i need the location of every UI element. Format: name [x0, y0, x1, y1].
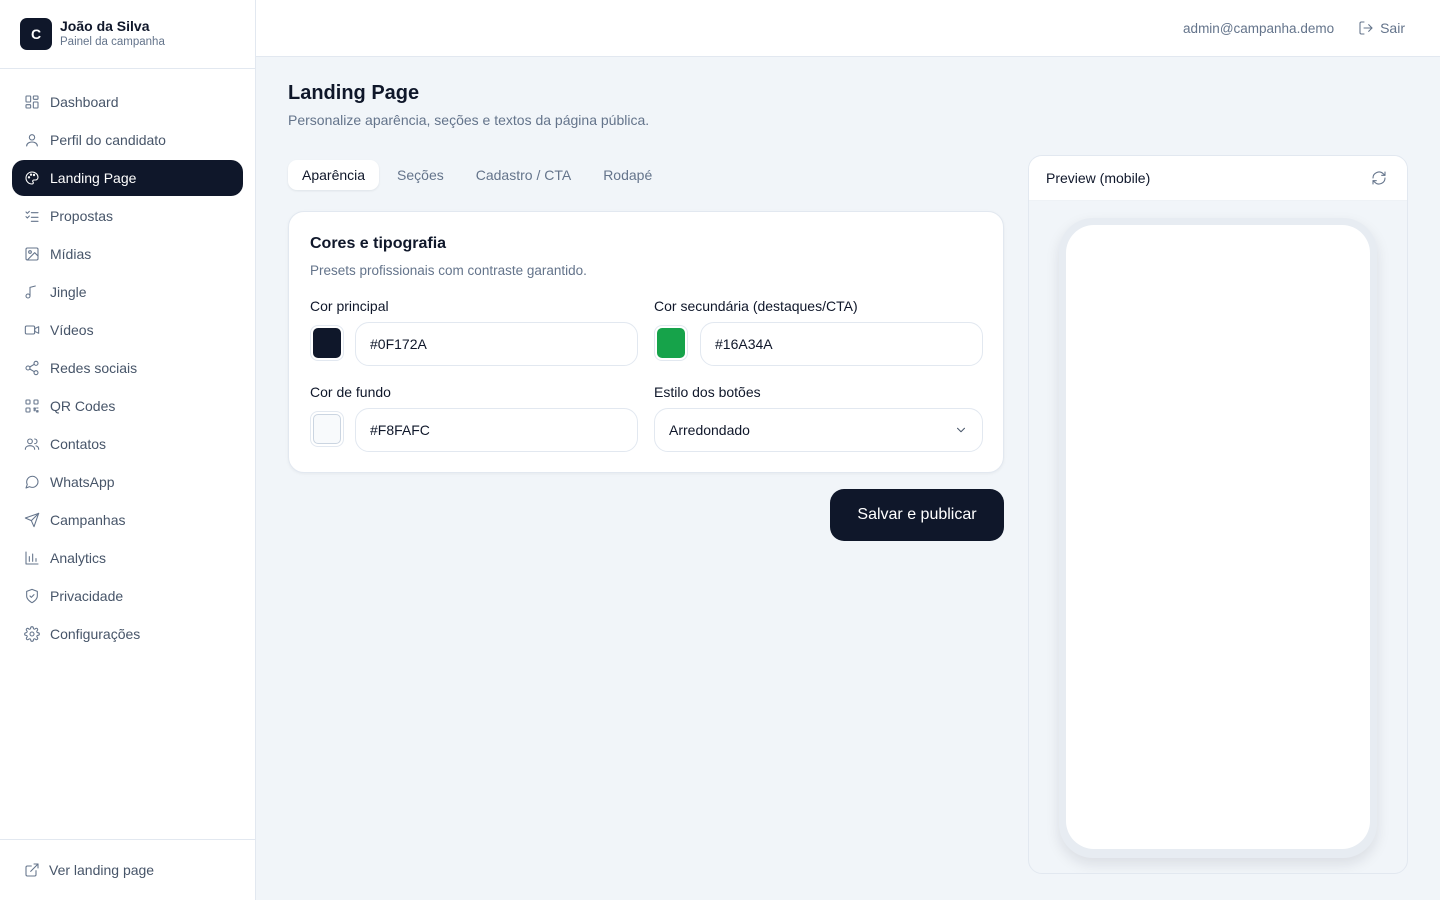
button-style-label: Estilo dos botões — [654, 384, 761, 400]
user-icon — [24, 132, 40, 148]
sidebar-item-privacidade[interactable]: Privacidade — [12, 578, 243, 614]
share-icon — [24, 360, 40, 376]
refresh-icon[interactable] — [1371, 170, 1387, 186]
tab-cadastro-cta[interactable]: Cadastro / CTA — [462, 160, 585, 190]
topbar: admin@campanha.demo Sair — [256, 0, 1440, 57]
view-landing-page-label: Ver landing page — [49, 862, 155, 878]
tab-secoes[interactable]: Seções — [383, 160, 458, 190]
sidebar-item-label: Campanhas — [50, 512, 126, 528]
sidebar-item-label: Privacidade — [50, 588, 124, 604]
brand-name: João da Silva — [60, 18, 150, 34]
card-subtitle: Presets profissionais com contraste gara… — [310, 263, 587, 278]
sidebar-item-label: Vídeos — [50, 322, 94, 338]
sidebar-item-configuracoes[interactable]: Configurações — [12, 616, 243, 652]
sidebar-item-dashboard[interactable]: Dashboard — [12, 84, 243, 120]
sidebar-item-landing-page[interactable]: Landing Page — [12, 160, 243, 196]
sidebar-item-qr-codes[interactable]: QR Codes — [12, 388, 243, 424]
button-style-value: Arredondado — [669, 422, 750, 438]
tab-bar: Aparência Seções Cadastro / CTA Rodapé — [288, 155, 670, 195]
colors-typography-card: Cores e tipografia Presets profissionais… — [288, 211, 1004, 473]
sidebar-item-label: Perfil do candidato — [50, 132, 166, 148]
sidebar-item-perfil[interactable]: Perfil do candidato — [12, 122, 243, 158]
button-style-select[interactable]: Arredondado — [654, 408, 983, 452]
secondary-color-input[interactable] — [700, 322, 983, 366]
primary-color-swatch[interactable] — [310, 325, 344, 361]
sidebar: C João da Silva Painel da campanha Dashb… — [0, 0, 256, 900]
card-title: Cores e tipografia — [310, 235, 447, 252]
sidebar-item-label: Contatos — [50, 436, 107, 452]
sidebar-item-label: Mídias — [50, 246, 92, 262]
sidebar-item-label: WhatsApp — [50, 474, 115, 490]
dashboard-icon — [24, 94, 40, 110]
gear-icon — [24, 626, 40, 642]
user-email: admin@campanha.demo — [1183, 20, 1335, 36]
logout-icon — [1359, 21, 1373, 35]
phone-screen — [1066, 225, 1370, 849]
sidebar-item-redes-sociais[interactable]: Redes sociais — [12, 350, 243, 386]
primary-color-label: Cor principal — [310, 298, 389, 314]
brand-logo: C — [20, 18, 52, 50]
secondary-color-swatch[interactable] — [654, 325, 688, 361]
brand-subtitle: Painel da campanha — [60, 36, 165, 48]
phone-frame — [1059, 218, 1377, 858]
send-icon — [24, 512, 40, 528]
page-subtitle: Personalize aparência, seções e textos d… — [288, 112, 650, 128]
sidebar-item-label: Configurações — [50, 626, 141, 642]
external-link-icon — [25, 863, 39, 877]
view-landing-page-link[interactable]: Ver landing page — [0, 839, 255, 900]
logout-label: Sair — [1380, 20, 1405, 36]
secondary-color-label: Cor secundária (destaques/CTA) — [654, 298, 858, 314]
sidebar-item-label: Analytics — [50, 550, 107, 566]
music-icon — [24, 284, 40, 300]
chevron-down-icon — [956, 427, 966, 433]
sidebar-item-videos[interactable]: Vídeos — [12, 312, 243, 348]
sidebar-item-propostas[interactable]: Propostas — [12, 198, 243, 234]
qr-code-icon — [24, 398, 40, 414]
preview-title: Preview (mobile) — [1046, 170, 1151, 186]
sidebar-item-campanhas[interactable]: Campanhas — [12, 502, 243, 538]
sidebar-item-label: Propostas — [50, 208, 114, 224]
sidebar-item-label: Jingle — [50, 284, 87, 300]
sidebar-item-midias[interactable]: Mídias — [12, 236, 243, 272]
save-publish-button[interactable]: Salvar e publicar — [830, 489, 1004, 541]
sidebar-item-contatos[interactable]: Contatos — [12, 426, 243, 462]
sidebar-item-label: QR Codes — [50, 398, 116, 414]
tab-rodape[interactable]: Rodapé — [589, 160, 666, 190]
image-icon — [24, 246, 40, 262]
sidebar-item-label: Dashboard — [50, 94, 119, 110]
users-icon — [24, 436, 40, 452]
brand-header: C João da Silva Painel da campanha — [0, 0, 255, 69]
background-color-swatch[interactable] — [310, 411, 344, 447]
background-color-input[interactable] — [355, 408, 638, 452]
sidebar-item-whatsapp[interactable]: WhatsApp — [12, 464, 243, 500]
mobile-preview-panel: Preview (mobile) — [1028, 155, 1408, 874]
background-color-label: Cor de fundo — [310, 384, 391, 400]
video-icon — [24, 322, 40, 338]
list-checks-icon — [24, 208, 40, 224]
page-title: Landing Page — [288, 82, 420, 104]
bar-chart-icon — [24, 550, 40, 566]
tab-aparencia[interactable]: Aparência — [288, 160, 380, 190]
logout-button[interactable]: Sair — [1358, 20, 1405, 36]
sidebar-item-analytics[interactable]: Analytics — [12, 540, 243, 576]
palette-icon — [24, 170, 40, 186]
message-circle-icon — [24, 474, 40, 490]
sidebar-nav: Dashboard Perfil do candidato Landing Pa… — [0, 69, 255, 652]
sidebar-item-jingle[interactable]: Jingle — [12, 274, 243, 310]
sidebar-item-label: Landing Page — [50, 170, 137, 186]
preview-header: Preview (mobile) — [1029, 156, 1407, 201]
shield-icon — [24, 588, 40, 604]
primary-color-input[interactable] — [355, 322, 638, 366]
sidebar-item-label: Redes sociais — [50, 360, 138, 376]
